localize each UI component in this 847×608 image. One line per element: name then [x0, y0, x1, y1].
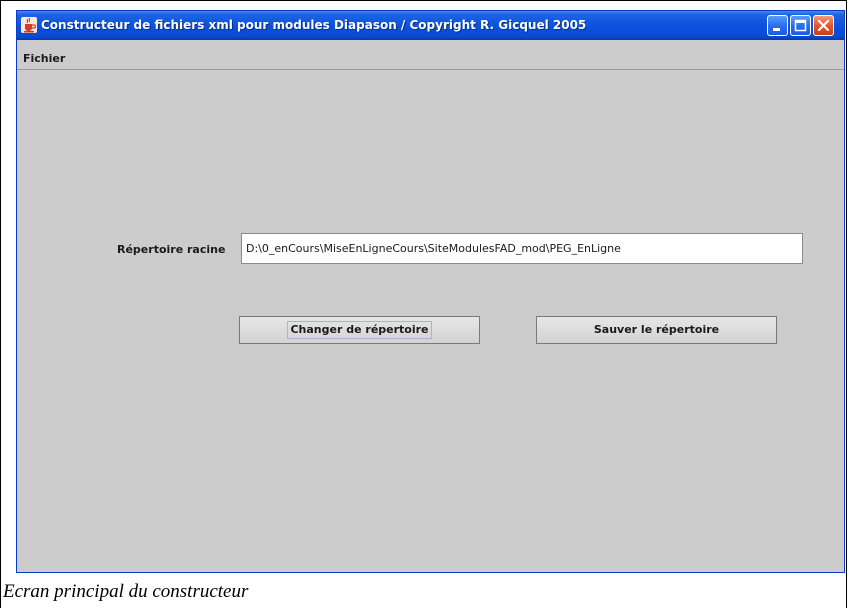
window-title: Constructeur de fichiers xml pour module… — [41, 18, 587, 32]
change-dir-button[interactable]: Changer de répertoire — [239, 316, 480, 344]
close-icon — [817, 19, 830, 32]
menu-fichier[interactable]: Fichier — [23, 52, 65, 65]
menu-bar: Fichier — [17, 40, 844, 70]
title-bar[interactable]: Constructeur de fichiers xml pour module… — [17, 11, 844, 40]
change-dir-label: Changer de répertoire — [287, 321, 432, 339]
save-dir-label: Sauver le répertoire — [593, 323, 720, 336]
java-cup-icon — [21, 17, 37, 33]
main-panel: Répertoire racine D:\0_enCours\MiseEnLig… — [17, 70, 844, 572]
app-window: Constructeur de fichiers xml pour module… — [16, 10, 845, 573]
root-dir-label: Répertoire racine — [117, 243, 226, 256]
save-dir-button[interactable]: Sauver le répertoire — [536, 316, 777, 344]
maximize-button[interactable] — [790, 15, 811, 36]
root-dir-field[interactable]: D:\0_enCours\MiseEnLigneCours\SiteModule… — [241, 233, 803, 264]
figure-caption: Ecran principal du constructeur — [3, 581, 249, 602]
minimize-button[interactable] — [767, 15, 788, 36]
close-button[interactable] — [813, 15, 834, 36]
minimize-icon — [773, 28, 780, 31]
maximize-icon — [794, 19, 807, 32]
